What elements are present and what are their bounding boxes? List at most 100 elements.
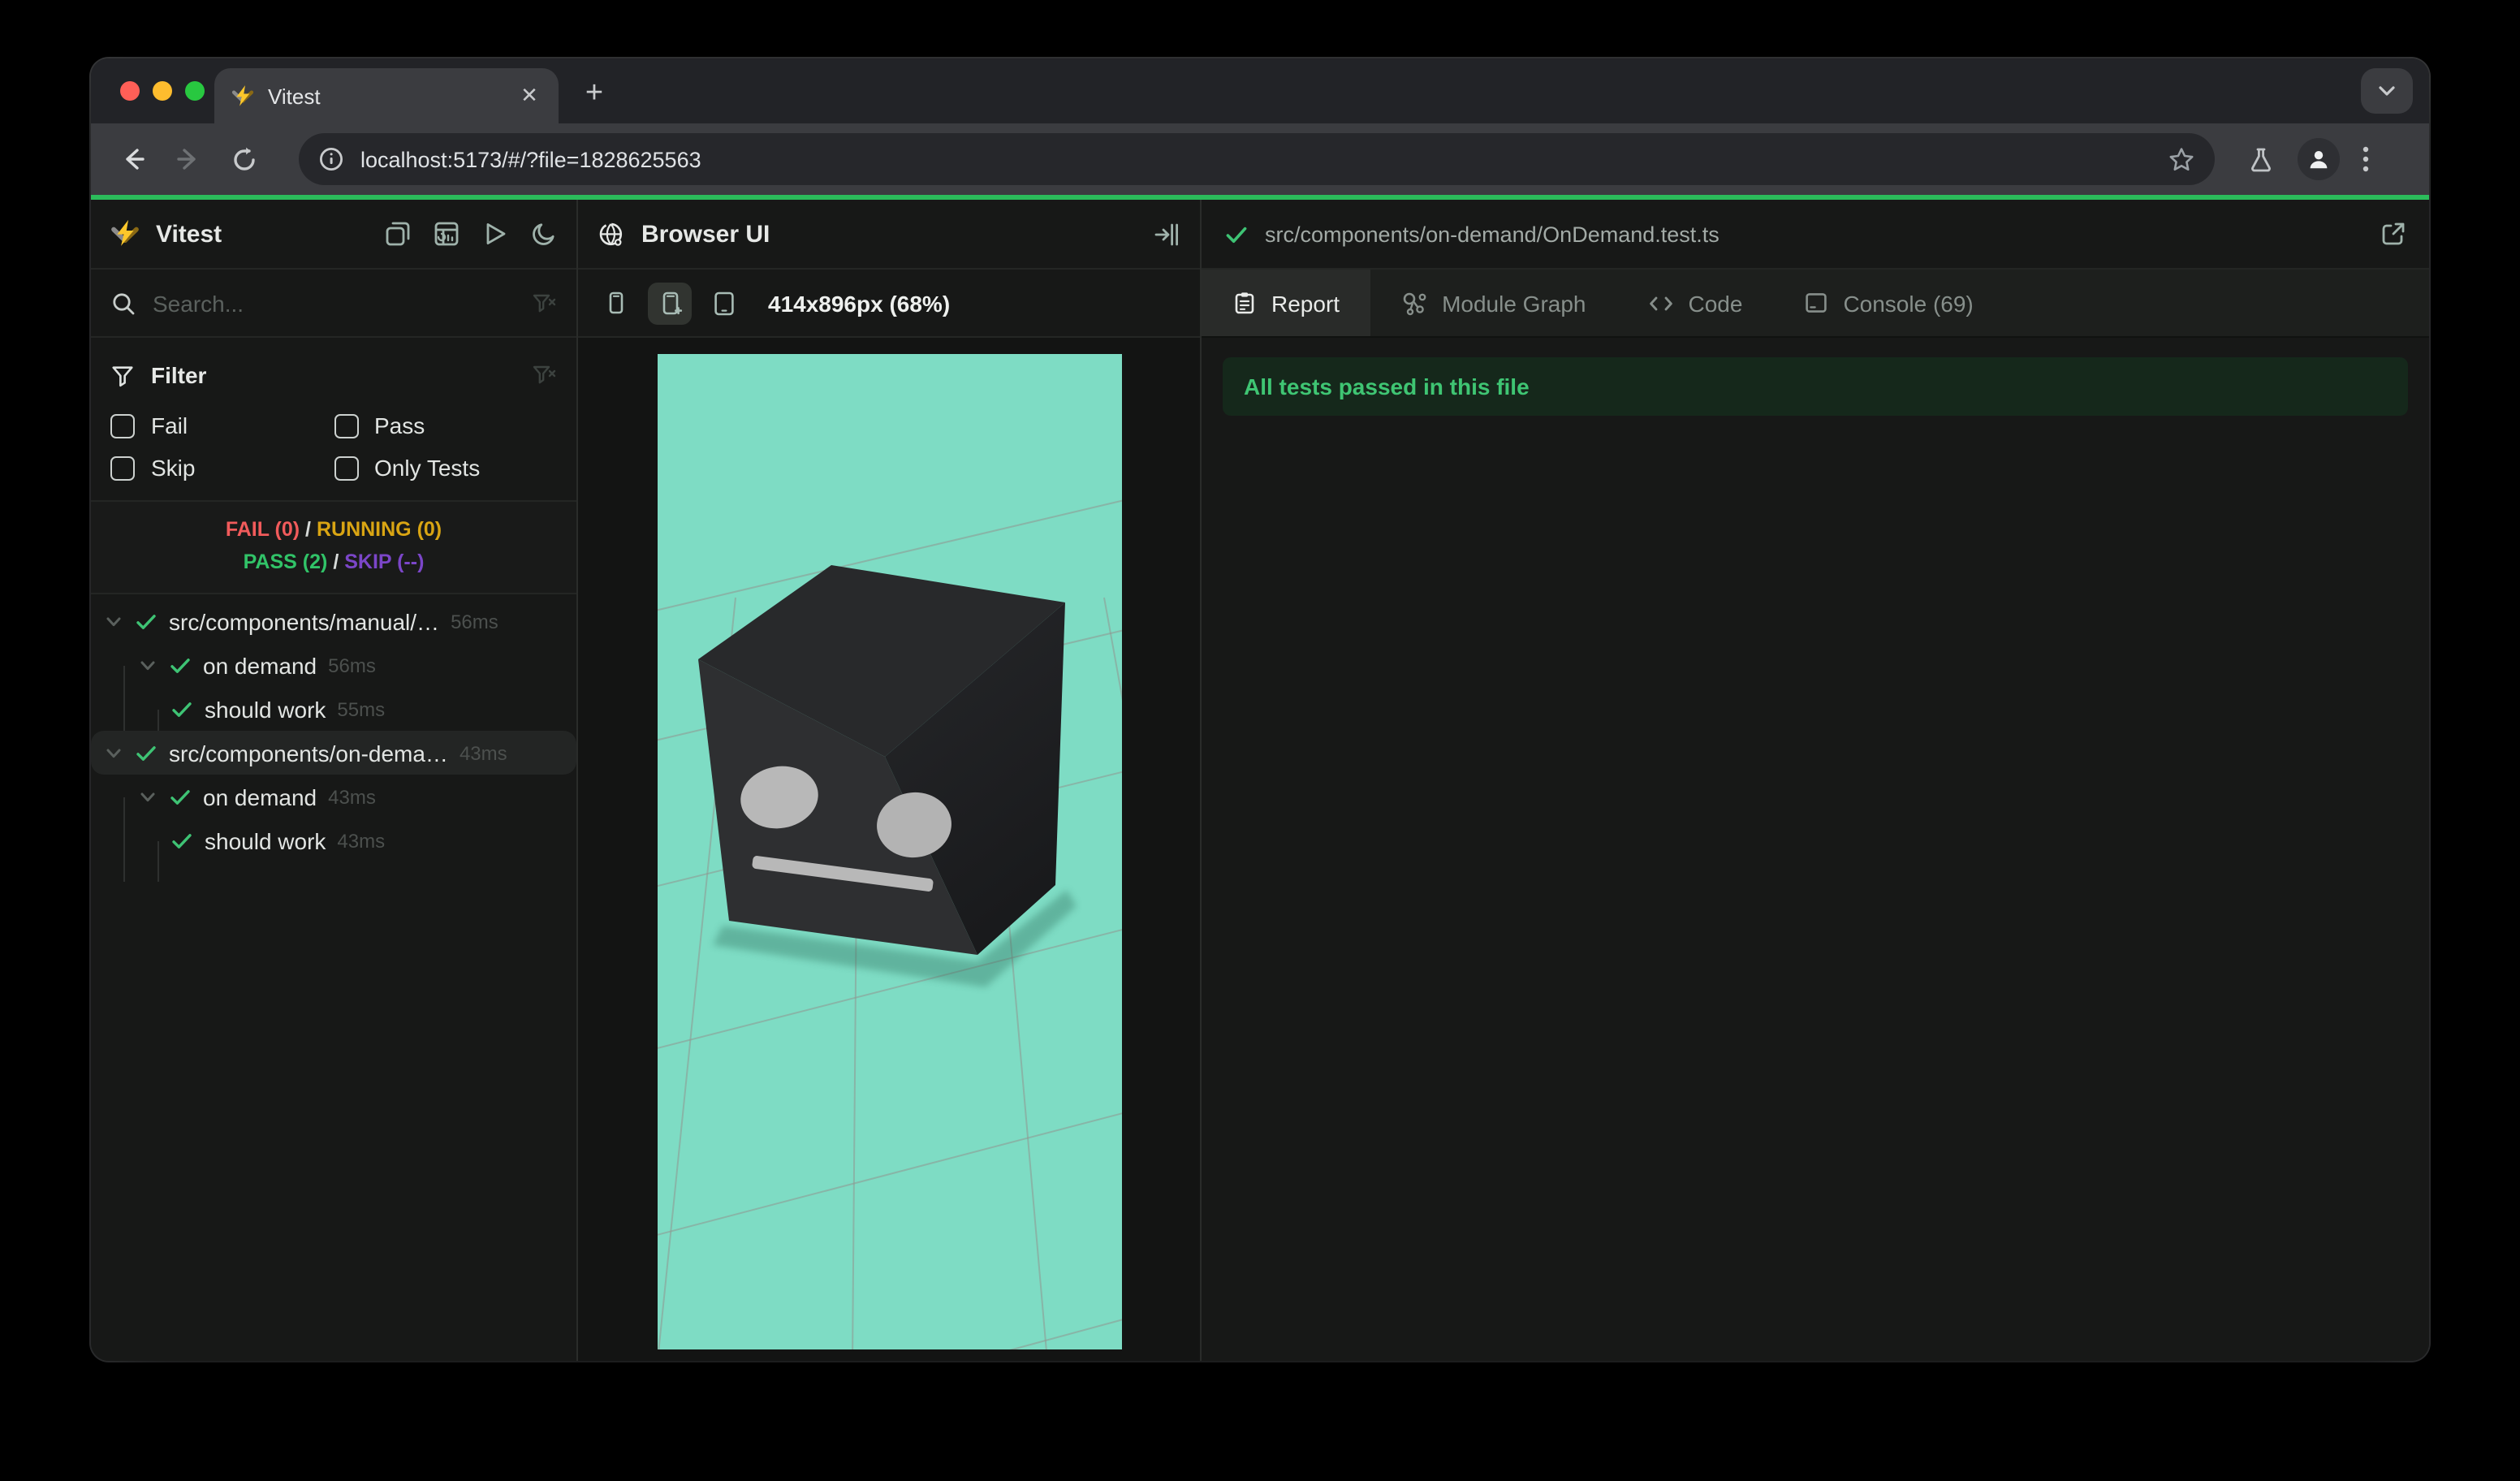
preview-area	[578, 338, 1200, 1361]
dashboard-windows-icon[interactable]	[385, 221, 411, 247]
address-bar[interactable]: localhost:5173/#/?file=1828625563	[299, 133, 2215, 185]
test-tree-row-test[interactable]: should work 43ms	[91, 818, 576, 862]
search-icon	[110, 290, 136, 316]
skip-count: SKIP (--)	[344, 551, 425, 573]
robot-cube-scene	[657, 499, 1121, 1349]
chrome-actions	[2247, 138, 2369, 180]
run-all-icon[interactable]	[482, 221, 508, 247]
filter-checkbox-fail[interactable]: Fail	[110, 412, 334, 438]
sidebar-header: Vitest	[91, 200, 576, 270]
summary-line-1: FAIL (0) / RUNNING (0)	[225, 518, 442, 541]
clear-search-filter-icon[interactable]	[531, 290, 557, 316]
checkbox[interactable]	[110, 413, 135, 438]
expand-chevron-icon[interactable]	[104, 611, 123, 631]
device-phone-small-button[interactable]	[594, 282, 638, 324]
site-info-icon[interactable]	[318, 146, 344, 172]
test-tree-row-test[interactable]: should work 55ms	[91, 687, 576, 731]
checkbox[interactable]	[334, 456, 358, 480]
test-duration: 43ms	[328, 785, 376, 808]
pass-check-icon	[170, 697, 193, 720]
search-input[interactable]	[153, 290, 515, 316]
dark-mode-moon-icon[interactable]	[531, 221, 557, 247]
tab-label: Report	[1271, 290, 1340, 316]
test-label: should work	[205, 696, 326, 722]
test-summary: FAIL (0) / RUNNING (0) PASS (2) / SKIP (…	[91, 502, 576, 594]
maximize-window-button[interactable]	[185, 81, 205, 101]
graph-icon	[1401, 290, 1427, 316]
device-tablet-button[interactable]	[701, 282, 745, 324]
tab-console[interactable]: Console (69)	[1773, 270, 2004, 336]
tab-report[interactable]: Report	[1202, 270, 1371, 336]
fail-count: FAIL (0)	[225, 518, 300, 541]
close-window-button[interactable]	[120, 81, 140, 101]
code-icon	[1648, 290, 1674, 316]
back-button[interactable]	[110, 136, 156, 182]
test-tree-row-file[interactable]: src/components/on-dema… 43ms	[91, 731, 576, 775]
filter-funnel-icon	[110, 363, 135, 387]
test-label: on demand	[203, 784, 317, 810]
test-tree-row-file[interactable]: src/components/manual/… 56ms	[91, 599, 576, 643]
coverage-report-icon[interactable]	[434, 221, 460, 247]
close-tab-icon[interactable]: ✕	[516, 83, 542, 109]
url-text[interactable]: localhost:5173/#/?file=1828625563	[360, 147, 2151, 171]
tested-page-iframe[interactable]	[657, 354, 1121, 1349]
pass-check-icon	[169, 654, 192, 676]
pass-count: PASS (2)	[243, 551, 328, 573]
window-controls	[120, 81, 205, 101]
expand-chevron-icon[interactable]	[138, 787, 158, 806]
filter-checkbox-only-tests[interactable]: Only Tests	[334, 455, 557, 481]
viewport-dimensions-label[interactable]: 414x896px (68%)	[768, 290, 950, 316]
filter-checkbox-skip[interactable]: Skip	[110, 455, 334, 481]
forward-button[interactable]	[166, 136, 211, 182]
open-file-path[interactable]: src/components/on-demand/OnDemand.test.t…	[1265, 222, 2364, 246]
device-toolbar: 414x896px (68%)	[578, 270, 1200, 338]
device-phone-plus-button[interactable]	[648, 282, 692, 324]
all-tests-passed-banner: All tests passed in this file	[1223, 357, 2408, 416]
report-content: All tests passed in this file	[1202, 338, 2429, 1361]
test-tree-row-suite[interactable]: on demand 56ms	[91, 643, 576, 687]
pass-check-icon	[170, 829, 193, 852]
test-label: on demand	[203, 652, 317, 678]
browser-ui-header: Browser UI	[578, 200, 1200, 270]
test-tree-row-suite[interactable]: on demand 43ms	[91, 775, 576, 818]
expand-panel-icon[interactable]	[1153, 220, 1180, 248]
vitest-favicon	[231, 84, 255, 108]
test-duration: 55ms	[337, 697, 386, 720]
console-icon	[1804, 291, 1828, 315]
browser-ui-title: Browser UI	[641, 220, 770, 248]
tab-module-graph[interactable]: Module Graph	[1370, 270, 1616, 336]
profile-avatar[interactable]	[2298, 138, 2340, 180]
summary-line-2: PASS (2) / SKIP (--)	[243, 551, 425, 573]
test-label: should work	[205, 827, 326, 853]
expand-chevron-icon[interactable]	[104, 743, 123, 762]
checkbox-label: Pass	[374, 412, 425, 438]
menu-kebab-icon[interactable]	[2362, 146, 2369, 172]
tab-search-button[interactable]	[2361, 68, 2413, 114]
reload-button[interactable]	[221, 136, 266, 182]
minimize-window-button[interactable]	[153, 81, 172, 101]
test-duration: 56ms	[451, 610, 498, 633]
test-duration: 43ms	[337, 829, 386, 852]
browser-tab-vitest[interactable]: Vitest ✕	[214, 68, 559, 123]
bookmark-star-icon[interactable]	[2168, 145, 2195, 173]
globe-icon	[598, 220, 625, 248]
tab-code[interactable]: Code	[1617, 270, 1774, 336]
expand-chevron-icon[interactable]	[138, 655, 158, 675]
checkbox-label: Only Tests	[374, 455, 481, 481]
open-in-editor-icon[interactable]	[2380, 221, 2406, 247]
experiments-flask-icon[interactable]	[2247, 145, 2275, 173]
test-tree: src/components/manual/… 56ms on demand 56ms…	[91, 594, 576, 1361]
browser-ui-panel: Browser UI 414x896px (68%)	[578, 200, 1202, 1361]
filter-checkbox-pass[interactable]: Pass	[334, 412, 557, 438]
checkbox-label: Fail	[151, 412, 188, 438]
checkbox[interactable]	[110, 456, 135, 480]
vitest-logo	[110, 219, 140, 248]
checkbox[interactable]	[334, 413, 358, 438]
clear-filter-icon[interactable]	[531, 362, 557, 388]
new-tab-button[interactable]: +	[572, 73, 617, 119]
test-duration: 56ms	[328, 654, 376, 676]
checkbox-label: Skip	[151, 455, 196, 481]
tab-label: Console (69)	[1843, 290, 1974, 316]
screen: Vitest ✕ + localhost:5173/#/?file=182862…	[0, 0, 2520, 1481]
filter-section: Filter Fail Pass Skip Only Tests	[91, 338, 576, 502]
